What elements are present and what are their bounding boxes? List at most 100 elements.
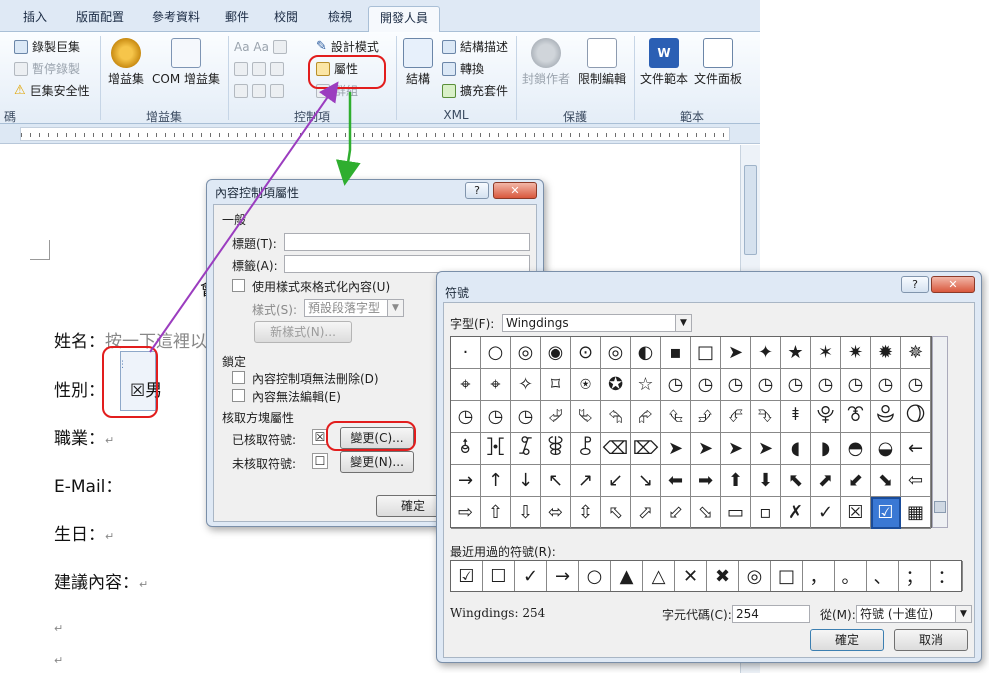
symbol-cell[interactable]: ⮱ xyxy=(571,401,601,433)
symbol-cell[interactable]: ◎ xyxy=(511,337,541,369)
symbol-cell[interactable]: ⯚ xyxy=(541,433,571,465)
symbol-cell[interactable]: ➤ xyxy=(691,433,721,465)
tab-insert[interactable]: 插入 xyxy=(10,6,60,32)
symbol-cell[interactable]: ▭ xyxy=(721,497,751,529)
symbol-cell[interactable]: ⬃ xyxy=(661,497,691,529)
recent-symbol-cell[interactable]: ☐ xyxy=(483,561,515,591)
symbol-cell[interactable]: ⊙ xyxy=(571,337,601,369)
symbol-cell[interactable]: ⌖ xyxy=(481,369,511,401)
rich-text-control-button[interactable]: Aa Aa xyxy=(234,38,287,56)
symbol-cell[interactable]: ✷ xyxy=(841,337,871,369)
symbol-cell[interactable]: ↘ xyxy=(631,465,661,497)
new-style-button[interactable]: 新樣式(N)... xyxy=(254,321,352,343)
recent-symbol-cell[interactable]: ✕ xyxy=(675,561,707,591)
symbol-cell[interactable]: ⬇ xyxy=(751,465,781,497)
recent-symbol-cell[interactable]: 、 xyxy=(867,561,899,591)
symbol-cell[interactable]: ⌦ xyxy=(631,433,661,465)
symbol-cell[interactable]: ↖ xyxy=(541,465,571,497)
symbol-cell[interactable]: □ xyxy=(691,337,721,369)
pause-recording-button[interactable]: 暫停錄製 xyxy=(14,60,80,78)
recent-symbol-cell[interactable]: ： xyxy=(931,561,963,591)
symbol-cell[interactable]: ⯛ xyxy=(571,433,601,465)
symbol-cell[interactable]: ⬅ xyxy=(661,465,691,497)
symbol-cell[interactable]: ⯘ xyxy=(481,433,511,465)
symbol-cell[interactable]: ⌑ xyxy=(541,369,571,401)
symbol-cell[interactable]: → xyxy=(451,465,481,497)
symbol-cell[interactable]: ◎ xyxy=(601,337,631,369)
symbol-cell[interactable]: ⯖ xyxy=(901,401,931,433)
symbol-cell[interactable]: ↙ xyxy=(601,465,631,497)
recent-symbol-cell[interactable]: ▲ xyxy=(611,561,643,591)
symbol-cell[interactable]: ★ xyxy=(781,337,811,369)
structure-button[interactable]: 結構 xyxy=(400,38,436,87)
transform-button[interactable]: 轉換 xyxy=(442,60,484,78)
symbol-cell[interactable]: ⇳ xyxy=(571,497,601,529)
tab-view[interactable]: 檢視 xyxy=(316,6,364,32)
symbol-cell[interactable]: ➤ xyxy=(751,433,781,465)
symbol-cell[interactable]: ⌫ xyxy=(601,433,631,465)
document-panel-button[interactable]: 文件面板 xyxy=(692,38,744,87)
change-unchecked-symbol-button[interactable]: 變更(N)... xyxy=(340,451,414,473)
expansion-packs-button[interactable]: 擴充套件 xyxy=(442,82,508,100)
recent-symbol-cell[interactable]: ✓ xyxy=(515,561,547,591)
symbol-cell[interactable]: ◐ xyxy=(631,337,661,369)
symbol-cell[interactable]: ◷ xyxy=(811,369,841,401)
symbol-cell[interactable]: ◷ xyxy=(661,369,691,401)
symbol-cell[interactable]: ➤ xyxy=(721,337,751,369)
record-macro-button[interactable]: 錄製巨集 xyxy=(14,38,80,56)
symbol-cell[interactable]: ◷ xyxy=(841,369,871,401)
cancel-button[interactable]: 取消 xyxy=(894,629,968,651)
recent-symbol-cell[interactable]: 。 xyxy=(835,561,867,591)
symbol-cell[interactable]: ⮰ xyxy=(541,401,571,433)
symbol-cell[interactable]: ◷ xyxy=(511,401,541,433)
symbol-cell[interactable]: ◷ xyxy=(721,369,751,401)
symbol-cell[interactable]: ➤ xyxy=(721,433,751,465)
symbol-cell[interactable]: ◗ xyxy=(811,433,841,465)
style-select[interactable]: 預設段落字型 ▼ xyxy=(304,299,404,317)
cannot-delete-checkbox[interactable] xyxy=(232,371,245,384)
symbol-cell[interactable]: ⇩ xyxy=(511,497,541,529)
block-authors-button[interactable]: 封鎖作者 xyxy=(520,38,572,87)
symbol-cell[interactable]: ↓ xyxy=(511,465,541,497)
symbol-cell[interactable]: ⮶ xyxy=(721,401,751,433)
tab-developer[interactable]: 開發人員 xyxy=(368,6,440,33)
help-button[interactable]: ? xyxy=(465,182,489,199)
recent-symbol-cell[interactable]: ， xyxy=(803,561,835,591)
symbol-cell[interactable]: ⇦ xyxy=(901,465,931,497)
symbol-cell[interactable]: ◷ xyxy=(691,369,721,401)
symbol-cell[interactable]: ⬈ xyxy=(811,465,841,497)
scroll-thumb[interactable] xyxy=(934,501,946,513)
symbol-cell[interactable]: ⯔ xyxy=(841,401,871,433)
symbol-cell[interactable]: ⮲ xyxy=(601,401,631,433)
symbol-cell[interactable]: ✗ xyxy=(781,497,811,529)
symbol-cell[interactable]: ⬉ xyxy=(781,465,811,497)
recent-symbol-cell[interactable]: ； xyxy=(899,561,931,591)
symbol-cell[interactable]: ⯙ xyxy=(511,433,541,465)
symbol-cell[interactable]: ☑ xyxy=(871,497,901,529)
symbol-cell[interactable]: ⬊ xyxy=(871,465,901,497)
symbol-cell[interactable]: ◷ xyxy=(901,369,931,401)
font-select[interactable]: Wingdings ▼ xyxy=(502,314,692,332)
symbol-cell[interactable]: ⇨ xyxy=(451,497,481,529)
cannot-edit-checkbox[interactable] xyxy=(232,389,245,402)
addins-button[interactable]: 增益集 xyxy=(104,38,148,87)
recent-symbol-cell[interactable]: → xyxy=(547,561,579,591)
recent-symbol-cell[interactable]: △ xyxy=(643,561,675,591)
symbol-cell[interactable]: ✹ xyxy=(871,337,901,369)
from-select[interactable]: 符號 (十進位) ▼ xyxy=(856,605,972,623)
symbol-cell[interactable]: ⬀ xyxy=(631,497,661,529)
ok-button[interactable]: 確定 xyxy=(810,629,884,651)
symbol-cell[interactable]: ▦ xyxy=(901,497,931,529)
symbol-cell[interactable]: ⯗ xyxy=(451,433,481,465)
symbol-cell[interactable]: ⮴ xyxy=(661,401,691,433)
symbol-cell[interactable]: ◷ xyxy=(451,401,481,433)
symbol-cell[interactable]: ○ xyxy=(481,337,511,369)
symbol-cell[interactable]: ⬆ xyxy=(721,465,751,497)
symbol-cell[interactable]: ◷ xyxy=(871,369,901,401)
document-template-button[interactable]: W 文件範本 xyxy=(638,38,690,87)
symbol-cell[interactable]: ⯒ xyxy=(781,401,811,433)
symbol-cell[interactable]: ▪ xyxy=(661,337,691,369)
recent-symbol-cell[interactable]: ✖ xyxy=(707,561,739,591)
building-block-control-button[interactable] xyxy=(234,60,284,78)
symbol-grid-scrollbar[interactable] xyxy=(932,336,948,528)
